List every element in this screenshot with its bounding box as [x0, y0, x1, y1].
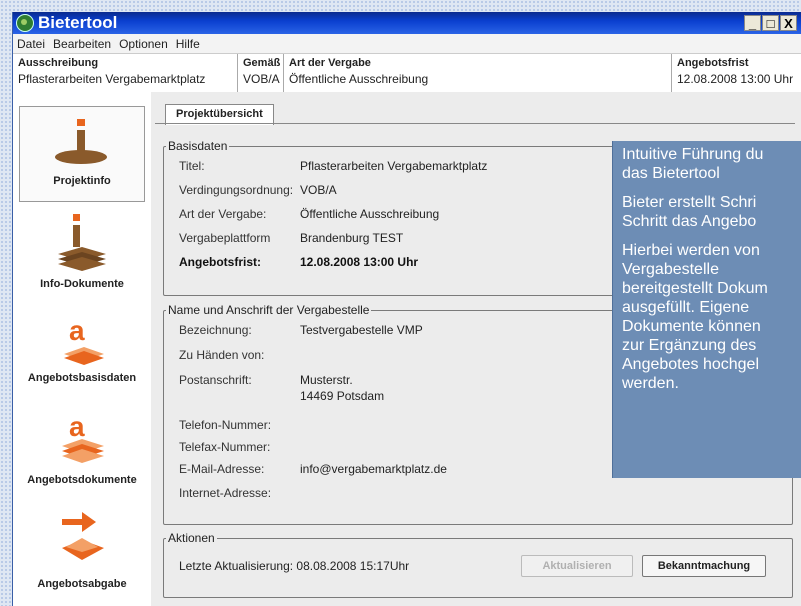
- field-value: Brandenburg TEST: [300, 231, 404, 245]
- offer-basedata-icon: a: [64, 315, 104, 365]
- field-label: Bezeichnung:: [179, 323, 252, 337]
- callout-line: das Bietertool: [622, 165, 720, 182]
- fieldset-legend: Aktionen: [166, 531, 217, 545]
- sidebar-item-label: Angebotsbasisdaten: [27, 372, 137, 384]
- tender-info-bar: Ausschreibung Pflasterarbeiten Vergabema…: [13, 54, 801, 93]
- field-label: Postanschrift:: [179, 373, 252, 387]
- svg-text:a: a: [69, 411, 85, 442]
- refresh-button[interactable]: Aktualisieren: [521, 555, 633, 577]
- tab-projektuebersicht[interactable]: Projektübersicht: [165, 104, 274, 125]
- info-art-value: Öffentliche Ausschreibung: [289, 72, 429, 86]
- last-update-text: Letzte Aktualisierung: 08.08.2008 15:17U…: [179, 559, 410, 573]
- callout-line: Angebotes hochgel: [622, 356, 759, 373]
- field-label: Telefax-Nummer:: [179, 440, 271, 454]
- info-ausschreibung: Ausschreibung Pflasterarbeiten Vergabema…: [13, 54, 238, 92]
- sidebar-item-label: Angebotsdokumente: [27, 474, 137, 486]
- sidebar-item-label: Projektinfo: [53, 175, 111, 187]
- field-value: Musterstr.: [300, 373, 353, 387]
- info-gemaess: Gemäß VOB/A: [238, 54, 284, 92]
- sidebar-item-projektinfo[interactable]: Projektinfo: [19, 106, 145, 202]
- menu-optionen[interactable]: Optionen: [115, 37, 172, 51]
- field-label: Titel:: [179, 159, 205, 173]
- callout-line: Hierbei werden von: [622, 242, 760, 259]
- info-frist: Angebotsfrist 12.08.2008 13:00 Uhr: [672, 54, 801, 92]
- field-value: 14469 Potsdam: [300, 389, 385, 403]
- sidebar-item-info-dokumente[interactable]: Info-Dokumente: [19, 206, 145, 302]
- sidebar-item-label: Angebotsabgabe: [37, 578, 127, 590]
- field-value: Pflasterarbeiten Vergabemarktplatz: [300, 159, 488, 173]
- close-button[interactable]: X: [780, 15, 797, 31]
- callout-line: ausgefüllt. Eigene: [622, 299, 750, 316]
- menu-datei[interactable]: Datei: [13, 37, 49, 51]
- menu-bar: Datei Bearbeiten Optionen Hilfe: [13, 34, 801, 54]
- info-documents-icon: [58, 214, 106, 271]
- callout-overlay: Intuitive Führung du das Bietertool Biete…: [612, 141, 801, 478]
- sidebar-item-angebotsdokumente[interactable]: a Angebotsdokumente: [19, 402, 145, 498]
- callout-line: Dokumente können: [622, 318, 761, 335]
- field-value: info@vergabemarktplatz.de: [300, 462, 447, 476]
- callout-paragraph: Bieter erstellt Schri Schritt das Angebo: [622, 193, 801, 231]
- sidebar: Projektinfo Info-Dokumente a Angebotsbas…: [13, 92, 151, 606]
- info-art: Art der Vergabe Öffentliche Ausschreibun…: [284, 54, 672, 92]
- info-frist-value: 12.08.2008 13:00 Uhr: [677, 72, 794, 86]
- info-ausschreibung-value: Pflasterarbeiten Vergabemarktplatz: [18, 72, 206, 86]
- info-frist-label: Angebotsfrist: [677, 57, 749, 69]
- field-label: Zu Händen von:: [179, 348, 265, 362]
- menu-hilfe[interactable]: Hilfe: [172, 37, 204, 51]
- field-value: 12.08.2008 13:00 Uhr: [300, 255, 419, 269]
- field-label: E-Mail-Adresse:: [179, 462, 265, 476]
- callout-line: Schritt das Angebo: [622, 213, 757, 230]
- field-value: Öffentliche Ausschreibung: [300, 207, 440, 221]
- field-label: Art der Vergabe:: [179, 207, 267, 221]
- app-logo-icon: [16, 14, 34, 32]
- info-person-icon: [55, 119, 107, 164]
- callout-paragraph: Intuitive Führung du das Bietertool: [622, 145, 801, 183]
- info-gemaess-label: Gemäß: [243, 57, 281, 69]
- offer-submit-icon: [62, 512, 104, 560]
- svg-text:a: a: [69, 315, 85, 346]
- info-ausschreibung-label: Ausschreibung: [18, 57, 99, 69]
- sidebar-item-label: Info-Dokumente: [40, 278, 124, 290]
- sidebar-item-angebotsbasisdaten[interactable]: a Angebotsbasisdaten: [19, 304, 145, 400]
- title-bar: Bietertool: [13, 12, 801, 34]
- callout-line: bereitgestellt Dokum: [622, 280, 768, 297]
- callout-paragraph: Hierbei werden von Vergabestelle bereitg…: [622, 241, 801, 393]
- field-label: Verdingungsordnung:: [179, 183, 294, 197]
- info-gemaess-value: VOB/A: [243, 72, 280, 86]
- callout-line: zur Ergänzung des: [622, 337, 757, 354]
- minimize-button[interactable]: _: [744, 15, 761, 31]
- maximize-button[interactable]: □: [762, 15, 779, 31]
- field-label: Vergabeplattform: [179, 231, 271, 245]
- announcement-button[interactable]: Bekanntmachung: [642, 555, 766, 577]
- field-label: Telefon-Nummer:: [179, 418, 272, 432]
- menu-bearbeiten[interactable]: Bearbeiten: [49, 37, 115, 51]
- field-label: Internet-Adresse:: [179, 486, 272, 500]
- offer-documents-icon: a: [62, 411, 104, 463]
- callout-line: Vergabestelle: [622, 261, 719, 278]
- field-value: VOB/A: [300, 183, 337, 197]
- callout-line: Bieter erstellt Schri: [622, 194, 757, 211]
- fieldset-legend: Basisdaten: [166, 139, 230, 153]
- info-art-label: Art der Vergabe: [289, 57, 371, 69]
- window-title: Bietertool: [38, 13, 118, 32]
- field-label: Angebotsfrist:: [179, 255, 261, 269]
- fieldset-legend: Name und Anschrift der Vergabestelle: [166, 303, 372, 317]
- callout-line: Intuitive Führung du: [622, 146, 764, 163]
- sidebar-item-angebotsabgabe[interactable]: Angebotsabgabe: [19, 504, 145, 600]
- field-value: Testvergabestelle VMP: [300, 323, 423, 337]
- callout-line: werden.: [622, 375, 679, 392]
- fieldset-aktionen: Aktionen Letzte Aktualisierung: 08.08.20…: [163, 531, 793, 598]
